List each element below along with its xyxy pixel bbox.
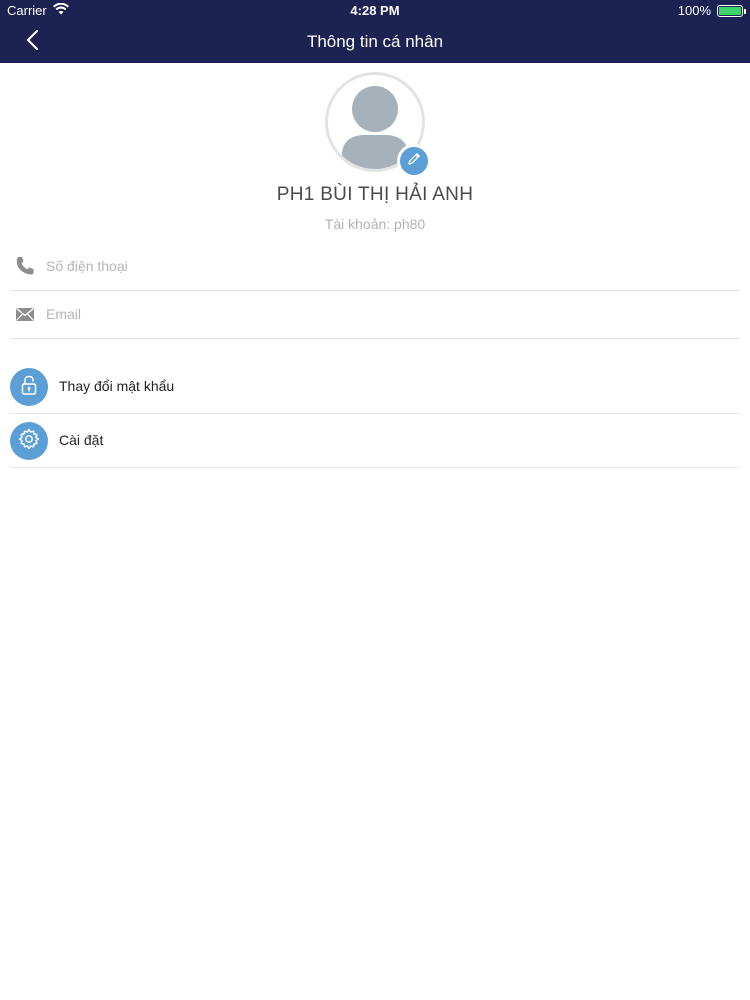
battery-fill xyxy=(719,6,741,15)
phone-icon xyxy=(14,255,36,277)
change-password-item[interactable]: Thay đổi mật khẩu xyxy=(10,362,740,414)
account-id: Tài khoản: ph80 xyxy=(324,216,426,232)
email-field xyxy=(10,291,740,339)
status-right: 100% xyxy=(677,3,746,18)
profile-name: PH1 BÙI THỊ HẢI ANH xyxy=(276,184,474,205)
lock-icon xyxy=(18,374,40,401)
settings-label: Cài đặt xyxy=(59,432,104,448)
edit-avatar-button[interactable] xyxy=(397,144,431,178)
settings-item[interactable]: Cài đặt xyxy=(10,416,740,468)
nav-bar: Thông tin cá nhân xyxy=(0,22,750,63)
avatar-container xyxy=(325,72,431,178)
gear-icon-circle xyxy=(10,422,48,460)
lock-icon-circle xyxy=(10,368,48,406)
pencil-icon xyxy=(406,151,422,172)
phone-field xyxy=(10,243,740,291)
gear-icon xyxy=(17,427,41,456)
top-bar: Carrier 4:28 PM 100% Thông tin cá nhân xyxy=(0,0,750,63)
email-input[interactable] xyxy=(44,303,734,325)
phone-input[interactable] xyxy=(44,255,734,277)
page-title: Thông tin cá nhân xyxy=(306,32,444,51)
battery-icon xyxy=(717,4,746,17)
envelope-icon xyxy=(14,303,36,325)
status-bar: Carrier 4:28 PM 100% xyxy=(0,0,750,22)
battery-percent: 100% xyxy=(677,3,711,18)
status-time: 4:28 PM xyxy=(350,3,400,18)
change-password-label: Thay đổi mật khẩu xyxy=(59,378,175,394)
